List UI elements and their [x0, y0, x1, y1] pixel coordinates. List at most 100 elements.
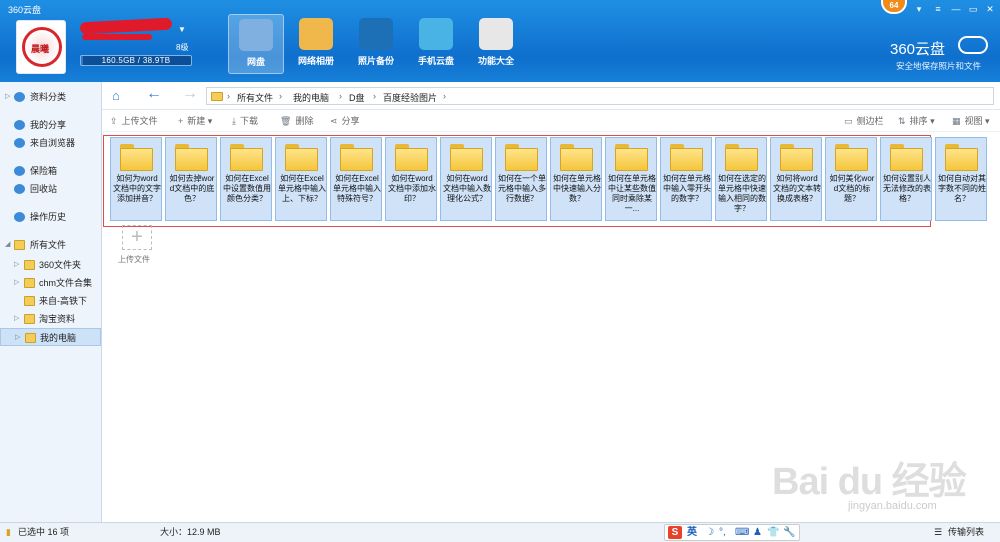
plus-icon: +	[178, 116, 184, 126]
wrench-icon[interactable]: 🔧	[783, 525, 795, 540]
file-tile[interactable]: 如何在一个单元格中输入多行数据？	[495, 137, 547, 221]
file-tile[interactable]: 如何在Excel单元格中输入特殊符号？	[330, 137, 382, 221]
sidebar-item-label: 操作历史	[30, 212, 67, 222]
file-name: 如何在Excel中设置数值用颜色分类？	[223, 174, 271, 203]
file-tile[interactable]: 如何在单元格中快速输入分数？	[550, 137, 602, 221]
breadcrumb-item[interactable]: 所有文件	[237, 91, 273, 104]
lock-icon: ▮	[6, 527, 11, 537]
nav-tab-1[interactable]: 网络相册	[288, 14, 344, 74]
sidebar-toggle-button[interactable]: ▭ 侧边栏	[844, 114, 884, 127]
chevron-down-icon[interactable]: ▼	[178, 25, 186, 34]
notification-badge[interactable]: 64	[881, 0, 907, 14]
category-icon	[14, 92, 25, 102]
sidebar-item-5[interactable]: 操作历史	[0, 208, 101, 226]
delete-button[interactable]: 🗑 删除	[280, 114, 313, 127]
sidebar-item-2[interactable]: 来自浏览器	[0, 134, 101, 152]
file-tile[interactable]: 如何设置别人无法修改的表格？	[880, 137, 932, 221]
chevron-right-icon[interactable]: ›	[339, 91, 342, 101]
sidebar-item-7[interactable]: ▷ 360文件夹	[0, 256, 101, 274]
sidebar-item-10[interactable]: ▷ 淘宝资料	[0, 310, 101, 328]
sidebar-item-11[interactable]: ▷ 我的电脑	[0, 328, 101, 346]
maximize-button[interactable]: ▭	[967, 4, 979, 14]
sidebar-item-4[interactable]: 回收站	[0, 180, 101, 198]
file-tile[interactable]: 如何在单元格中让某些数值同时乘除某一...	[605, 137, 657, 221]
home-icon[interactable]: ⌂	[112, 88, 126, 103]
avatar[interactable]: 晨曦	[16, 20, 66, 74]
moon-icon[interactable]: ☽	[705, 525, 714, 540]
file-tile[interactable]: 如何美化word文档的标题？	[825, 137, 877, 221]
sidebar-item-0[interactable]: ▷ 资料分类	[0, 88, 101, 106]
nav-tab-2[interactable]: 照片备份	[348, 14, 404, 74]
brand-logo: 360云盘	[890, 41, 946, 58]
ime-mode[interactable]: 英	[687, 525, 697, 540]
sidebar-item-9[interactable]: 来自-高铁下	[0, 292, 101, 310]
share-button[interactable]: ⋖ 分享	[330, 114, 360, 127]
folder-icon	[780, 144, 813, 171]
sidebar-item-1[interactable]: 我的分享	[0, 116, 101, 134]
punctuation-icon[interactable]: °,	[719, 525, 726, 540]
close-button[interactable]: ✕	[984, 4, 996, 14]
file-tile[interactable]: 如何去掉word文档中的底色？	[165, 137, 217, 221]
view-button[interactable]: ▦ 视图 ▾	[952, 114, 990, 127]
file-tile[interactable]: 如何在Excel单元格中输入上、下标？	[275, 137, 327, 221]
file-tile[interactable]: 如何在选定的单元格中快速输入相同的数字？	[715, 137, 767, 221]
minimize-button[interactable]: —	[950, 4, 962, 14]
breadcrumb-item[interactable]: 百度经验图片	[383, 91, 437, 104]
chevron-right-icon[interactable]: ›	[227, 91, 230, 101]
new-button[interactable]: + 新建 ▾	[178, 114, 212, 127]
upload-button[interactable]: ⇪ 上传文件	[110, 114, 158, 127]
collapse-arrow-icon[interactable]: ▷	[15, 329, 20, 347]
nav-tab-3[interactable]: 手机云盘	[408, 14, 464, 74]
file-tile[interactable]: 如何在word文档中输入数理化公式？	[440, 137, 492, 221]
chevron-right-icon[interactable]: ›	[443, 91, 446, 101]
upload-tile[interactable]: +	[122, 225, 152, 250]
chevron-right-icon[interactable]: ›	[373, 91, 376, 101]
sidebar-item-label: 来自浏览器	[30, 138, 76, 148]
ime-toolbar[interactable]: S 英 ☽ °, ⌨ ♟ 👕 🔧	[664, 524, 800, 541]
file-tile[interactable]: 如何自动对其字数不同的姓名？	[935, 137, 987, 221]
file-name: 如何设置别人无法修改的表格？	[883, 174, 931, 203]
sidebar-item-label: 我的电脑	[40, 333, 77, 343]
share-icon	[14, 120, 25, 130]
skin-icon[interactable]: ▾	[913, 4, 925, 14]
file-tile[interactable]: 如何在Excel中设置数值用颜色分类？	[220, 137, 272, 221]
file-tile[interactable]: 如何在单元格中输入零开头的数字？	[660, 137, 712, 221]
menu-icon[interactable]: ≡	[932, 4, 944, 14]
download-button[interactable]: ⤓ 下载	[232, 114, 258, 127]
file-tile[interactable]: 如何在word文档中添加水印？	[385, 137, 437, 221]
sidebar-item-3[interactable]: 保险箱	[0, 162, 101, 180]
keyboard-icon[interactable]: ⌨	[735, 525, 749, 540]
collapse-arrow-icon[interactable]: ▷	[5, 88, 10, 106]
expand-arrow-icon[interactable]: ◢	[5, 236, 10, 254]
file-name: 如何将word文档的文本转换成表格？	[773, 174, 821, 203]
nav-tab-0[interactable]: 网盘	[228, 14, 284, 74]
collapse-arrow-icon[interactable]: ▷	[14, 256, 19, 274]
sidebar-item-8[interactable]: ▷ chm文件合集	[0, 274, 101, 292]
user-icon[interactable]: ♟	[753, 525, 762, 540]
sort-button[interactable]: ⇅ 排序 ▾	[898, 114, 935, 127]
file-name: 如何自动对其字数不同的姓名？	[938, 174, 986, 203]
browser-icon	[14, 138, 25, 148]
navigation-toolbar: ⌂ ← → › 所有文件 › 我的电脑 › D盘 › 百度经验图片 ›	[102, 82, 1000, 110]
folder-icon	[395, 144, 428, 171]
back-arrow-icon[interactable]: ←	[146, 85, 162, 103]
sidebar-item-6[interactable]: ◢ 所有文件	[0, 236, 101, 254]
collapse-arrow-icon[interactable]: ▷	[14, 274, 19, 292]
shirt-icon[interactable]: 👕	[767, 525, 779, 540]
file-tile[interactable]: 如何为word文档中的文字添加拼音？	[110, 137, 162, 221]
file-tile[interactable]: 如何将word文档的文本转换成表格？	[770, 137, 822, 221]
chevron-right-icon[interactable]: ›	[279, 91, 282, 101]
nav-tab-label: 手机云盘	[417, 56, 454, 66]
delete-icon: 🗑	[280, 116, 292, 126]
breadcrumb-item[interactable]: 我的电脑	[293, 91, 329, 104]
transfer-list-button[interactable]: 传输列表	[948, 523, 984, 542]
forward-arrow-icon[interactable]: →	[182, 85, 198, 103]
file-name: 如何在word文档中添加水印？	[388, 174, 436, 203]
breadcrumb-item[interactable]: D盘	[349, 91, 365, 104]
nav-tab-4[interactable]: 功能大全	[468, 14, 524, 74]
window-title: 360云盘	[8, 5, 42, 15]
breadcrumb[interactable]: › 所有文件 › 我的电脑 › D盘 › 百度经验图片 ›	[206, 87, 994, 105]
status-bar: ▮ 已选中 16 项 大小：12.9 MB S 英 ☽ °, ⌨ ♟ 👕 🔧 ☰…	[0, 522, 1000, 542]
collapse-arrow-icon[interactable]: ▷	[14, 310, 19, 328]
folder-icon	[24, 278, 35, 288]
